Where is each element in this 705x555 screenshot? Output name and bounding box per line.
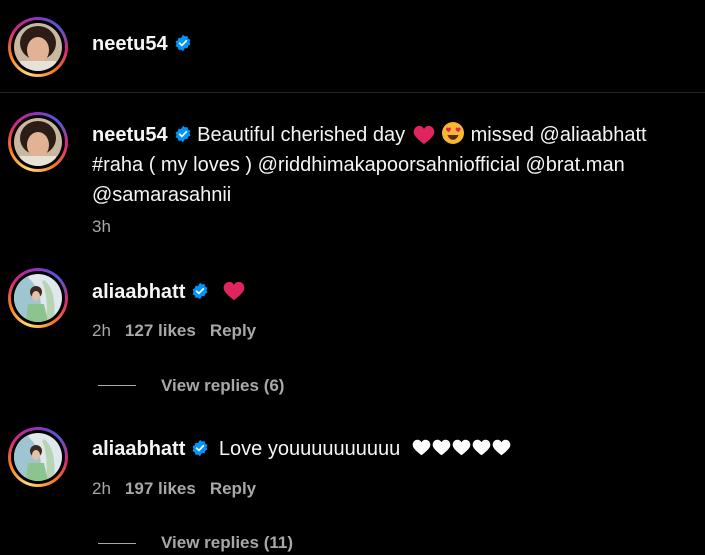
red-heart-icon bbox=[413, 124, 435, 144]
verified-icon bbox=[174, 34, 192, 52]
comment-1-story-ring[interactable] bbox=[8, 268, 68, 328]
comment-2-text: Love youuuuuuuuuu bbox=[218, 438, 401, 460]
comment-1-time: 2h bbox=[92, 321, 111, 340]
white-hearts bbox=[412, 438, 512, 460]
comment-2: aliaabhatt Love youuuuuuuuuu bbox=[92, 438, 512, 461]
red-heart-icon bbox=[223, 281, 245, 301]
comment-1-reply-button[interactable]: Reply bbox=[210, 321, 256, 340]
verified-icon bbox=[174, 125, 192, 143]
comment-1-meta: 2h 127 likes Reply bbox=[92, 321, 256, 341]
story-ring[interactable] bbox=[8, 17, 68, 77]
comment-2-time: 2h bbox=[92, 479, 111, 498]
comment-1-likes[interactable]: 127 likes bbox=[125, 321, 196, 340]
caption-story-ring[interactable] bbox=[8, 112, 68, 172]
view-replies-line bbox=[98, 543, 136, 544]
comment-1-view-replies[interactable]: View replies (6) bbox=[161, 376, 284, 396]
caption-timestamp: 3h bbox=[92, 217, 111, 236]
caption-text-part1: Beautiful cherished day bbox=[197, 124, 406, 146]
avatar-neetu54[interactable] bbox=[14, 23, 62, 71]
comment-2-view-replies[interactable]: View replies (11) bbox=[161, 533, 293, 553]
caption-username[interactable]: neetu54 bbox=[92, 124, 168, 146]
comment-1-username[interactable]: aliaabhatt bbox=[92, 281, 185, 303]
comment-1: aliaabhatt bbox=[92, 281, 247, 304]
heart-eyes-emoji-icon bbox=[441, 121, 465, 145]
white-heart-icon bbox=[452, 439, 471, 456]
white-heart-icon bbox=[492, 439, 511, 456]
avatar-neetu54-caption[interactable] bbox=[14, 118, 62, 166]
view-replies-line bbox=[98, 385, 136, 386]
verified-icon bbox=[191, 282, 209, 300]
avatar-aliaabhatt-2[interactable] bbox=[14, 433, 62, 481]
comment-2-reply-button[interactable]: Reply bbox=[210, 479, 256, 498]
header-username[interactable]: neetu54 bbox=[92, 33, 192, 56]
verified-icon bbox=[191, 439, 209, 457]
white-heart-icon bbox=[472, 439, 491, 456]
white-heart-icon bbox=[432, 439, 451, 456]
white-heart-icon bbox=[412, 439, 431, 456]
header-username-text[interactable]: neetu54 bbox=[92, 33, 168, 55]
comment-2-username[interactable]: aliaabhatt bbox=[92, 438, 185, 460]
comment-2-meta: 2h 197 likes Reply bbox=[92, 479, 256, 499]
post-header: neetu54 bbox=[0, 0, 705, 93]
avatar-aliaabhatt[interactable] bbox=[14, 274, 62, 322]
post-caption: neetu54 Beautiful cherished day missed @… bbox=[92, 120, 702, 210]
comment-2-story-ring[interactable] bbox=[8, 427, 68, 487]
comment-2-likes[interactable]: 197 likes bbox=[125, 479, 196, 498]
